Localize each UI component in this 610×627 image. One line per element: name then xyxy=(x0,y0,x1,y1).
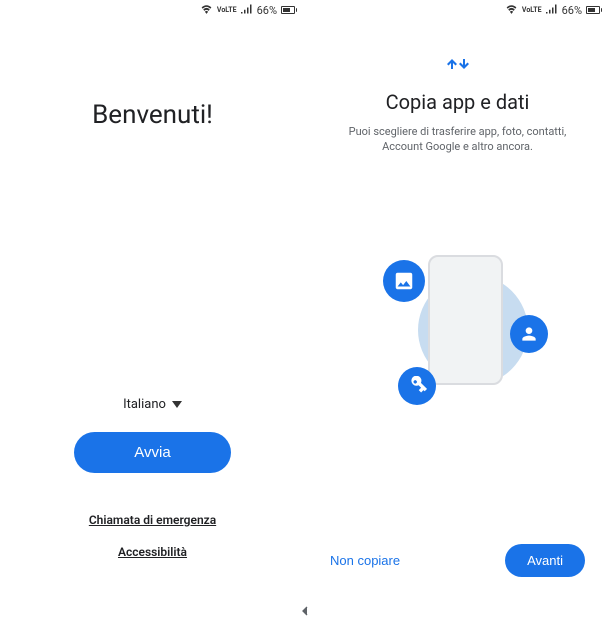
emergency-call-link[interactable]: Chiamata di emergenza xyxy=(0,513,305,527)
photo-icon xyxy=(383,260,425,302)
skip-button[interactable]: Non copiare xyxy=(330,553,400,568)
dropdown-icon xyxy=(172,401,182,408)
person-icon xyxy=(510,315,548,353)
wifi-icon xyxy=(505,4,518,17)
illustration xyxy=(368,245,548,415)
copy-data-screen: VoLTE 66% Copia app e dati Puoi sceglier… xyxy=(305,0,610,627)
copy-subtitle: Puoi scegliere di trasferire app, foto, … xyxy=(325,124,590,155)
welcome-title: Benvenuti! xyxy=(0,100,305,130)
battery-percent: 66% xyxy=(257,4,277,17)
nav-bar xyxy=(0,599,610,627)
lte-icon: VoLTE xyxy=(217,6,237,14)
welcome-screen: VoLTE 66% Benvenuti! Italiano Avvia Chia… xyxy=(0,0,305,627)
wifi-icon xyxy=(200,4,213,17)
lte-icon: VoLTE xyxy=(522,6,542,14)
battery-icon xyxy=(586,6,600,14)
battery-icon xyxy=(281,6,295,14)
signal-icon xyxy=(546,4,558,17)
copy-title: Copia app e dati xyxy=(325,90,590,114)
language-selector[interactable]: Italiano xyxy=(123,397,182,412)
transfer-icon xyxy=(325,55,590,78)
status-bar-left: VoLTE 66% xyxy=(0,0,305,20)
key-icon xyxy=(398,367,436,405)
phone-illustration xyxy=(428,255,503,385)
battery-percent: 66% xyxy=(562,4,582,17)
signal-icon xyxy=(241,4,253,17)
language-label: Italiano xyxy=(123,397,166,412)
accessibility-link[interactable]: Accessibilità xyxy=(0,545,305,559)
back-icon[interactable] xyxy=(297,603,313,624)
next-button[interactable]: Avanti xyxy=(505,544,585,577)
status-bar-right: VoLTE 66% xyxy=(305,0,610,20)
start-button[interactable]: Avvia xyxy=(74,432,230,473)
